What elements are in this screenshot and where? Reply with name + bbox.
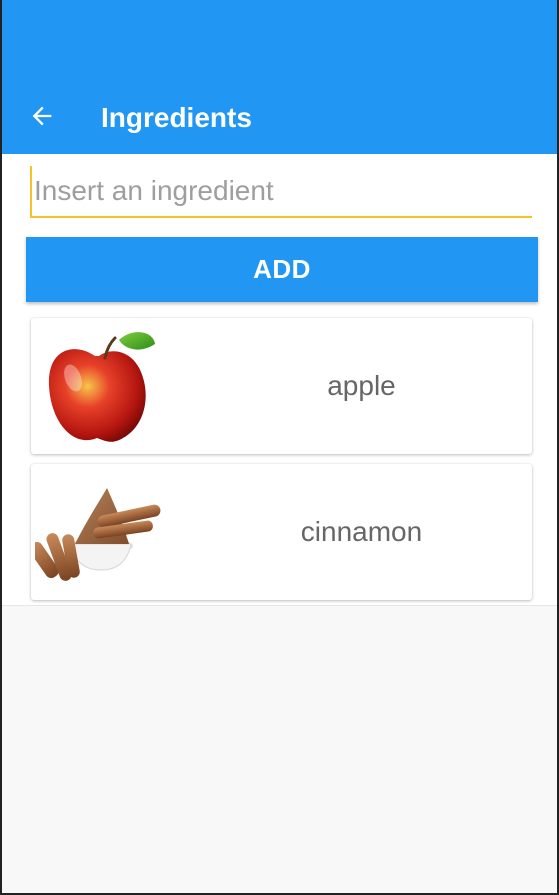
ingredient-input[interactable] xyxy=(30,166,532,216)
apple-image xyxy=(48,332,155,442)
app-screen: Ingredients ADD xyxy=(0,0,559,895)
ingredient-name: cinnamon xyxy=(300,516,423,547)
ingredient-card-cinnamon[interactable]: cinnamon xyxy=(31,464,532,600)
cinnamon-image xyxy=(35,488,161,581)
app-bar: Ingredients xyxy=(2,0,557,154)
ingredient-input-field xyxy=(30,166,532,218)
arrow-left-icon xyxy=(32,106,52,126)
add-button[interactable]: ADD xyxy=(26,237,538,302)
back-button[interactable] xyxy=(24,98,60,134)
ingredient-name: apple xyxy=(327,370,396,401)
page-title: Ingredients xyxy=(101,102,252,133)
main-content: ADD xyxy=(2,154,557,606)
add-button-label: ADD xyxy=(253,254,311,284)
ingredient-card-apple[interactable]: apple xyxy=(31,318,532,454)
